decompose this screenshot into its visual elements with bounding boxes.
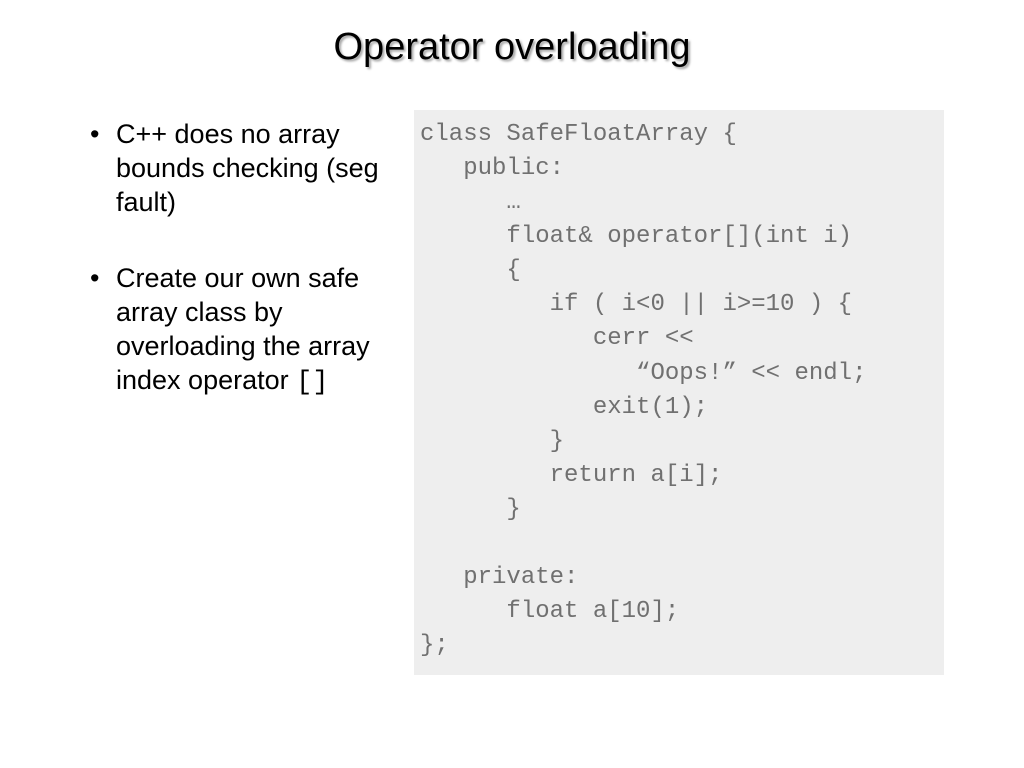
bullet-text: Create our own safe array class by overl… [116, 263, 370, 394]
bullet-item: Create our own safe array class by overl… [90, 262, 390, 400]
slide-title: Operator overloading [0, 26, 1024, 69]
bullet-mono-suffix: [] [296, 368, 328, 398]
bullet-column: C++ does no array bounds checking (seg f… [90, 118, 390, 440]
bullet-text: C++ does no array bounds checking (seg f… [116, 119, 379, 217]
code-block: class SafeFloatArray { public: … float& … [414, 110, 944, 675]
bullet-list: C++ does no array bounds checking (seg f… [90, 118, 390, 400]
slide: Operator overloading C++ does no array b… [0, 0, 1024, 768]
bullet-item: C++ does no array bounds checking (seg f… [90, 118, 390, 222]
